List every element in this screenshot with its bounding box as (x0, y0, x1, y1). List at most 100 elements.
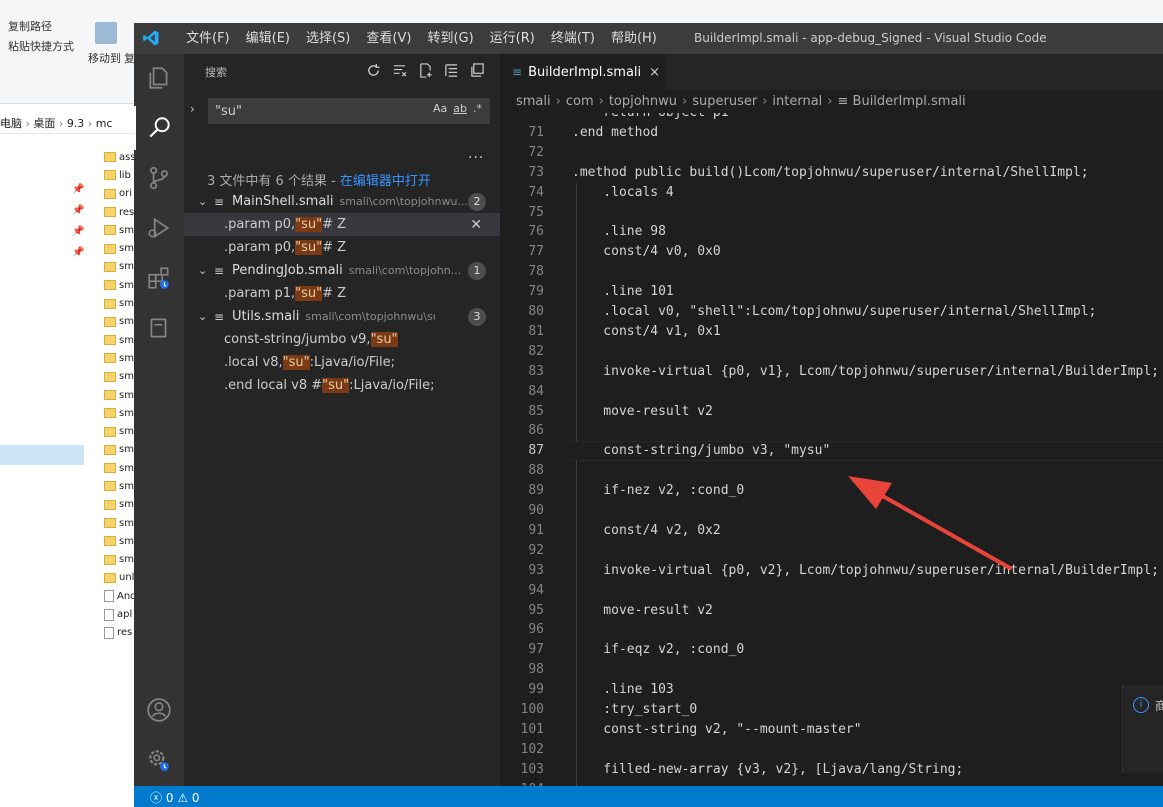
code-line: if-eqz v2, :cond_0 (572, 642, 745, 658)
collapse-all-icon[interactable] (443, 62, 460, 79)
breadcrumb-item[interactable]: BuilderImpl.smali (853, 94, 966, 109)
search-activity-button[interactable] (134, 106, 184, 150)
code-line: .line 101 (572, 284, 674, 300)
menu-item[interactable]: 转到(G) (419, 23, 481, 54)
line-number: 98 (528, 662, 544, 678)
result-match-row[interactable]: .param p0, "su" # Z ✕ (184, 213, 500, 236)
menu-item[interactable]: 编辑(E) (238, 23, 298, 54)
accounts-activity-button[interactable] (134, 688, 184, 732)
remote-activity-button[interactable] (134, 306, 184, 350)
match-highlight: "su" (295, 217, 323, 232)
result-file-row[interactable]: ⌄ ≡ PendingJob.smali smali\com\topjohn... 1 (184, 259, 500, 282)
result-match-row[interactable]: .end local v8 # "su":Ljava/io/File; (184, 374, 500, 397)
result-count-badge: 2 (468, 192, 486, 211)
clear-results-icon[interactable] (391, 62, 408, 79)
chevron-down-icon[interactable]: ⌄ (198, 310, 214, 323)
search-results-tree: ⌄ ≡ MainShell.smali smali\com\topjohnwu... 2… (184, 190, 500, 397)
match-prefix: .local v8, (224, 355, 283, 370)
menu-item[interactable]: 帮助(H) (603, 23, 665, 54)
match-whole-word-toggle[interactable]: ab (453, 102, 467, 115)
line-number: 94 (528, 582, 544, 598)
match-highlight: "su" (295, 240, 323, 255)
run-debug-activity-button[interactable] (134, 206, 184, 250)
vscode-logo-icon (143, 30, 159, 46)
close-icon[interactable]: × (649, 65, 660, 80)
search-details-toggle[interactable]: ··· (468, 150, 484, 166)
folder-icon (104, 298, 116, 309)
address-sub[interactable]: mc (96, 117, 113, 130)
breadcrumb-item[interactable]: superuser (692, 94, 757, 109)
address-bar[interactable]: 电脑 › 桌面 › 9.3 › mc (0, 110, 140, 134)
view-as-tree-icon[interactable] (469, 62, 486, 79)
error-count: 0 (165, 791, 174, 805)
match-prefix: .param p0, (224, 240, 296, 255)
address-folder[interactable]: 9.3 (67, 117, 85, 130)
result-match-row[interactable]: .param p0, "su" # Z (184, 236, 500, 259)
toggle-replace-chevron-icon[interactable]: › (190, 102, 195, 116)
dismiss-result-icon[interactable]: ✕ (470, 217, 482, 233)
editor-area: ≡ BuilderImpl.smali × smali › com › topjohnw… (500, 54, 1163, 786)
menu-item[interactable]: 文件(F) (178, 23, 238, 54)
code-line: filled-new-array {v3, v2}, [Ljava/lang/S… (572, 761, 964, 777)
line-number: 81 (528, 323, 544, 339)
chevron-down-icon[interactable]: ⌄ (198, 195, 214, 208)
gear-icon (149, 750, 169, 771)
address-desktop[interactable]: 桌面 (33, 117, 55, 130)
problems-status[interactable]: ⓧ 0 ⚠ 0 (150, 789, 200, 806)
result-match-row[interactable]: .local v8, "su":Ljava/io/File; (184, 351, 500, 374)
explorer-file-name: sm (119, 279, 134, 291)
result-match-row[interactable]: .param p1, "su" # Z (184, 282, 500, 305)
line-number: 103 (520, 761, 544, 777)
line-number: 71 (528, 124, 544, 140)
line-number: 101 (520, 721, 544, 737)
vscode-window: 文件(F) 编辑(E) 选择(S) 查看(V) 转到(G) 运行(R) 终端(T) 帮助(H)… (134, 23, 1163, 807)
folder-icon (104, 280, 116, 291)
address-pc[interactable]: 电脑 (0, 117, 22, 130)
line-number: 92 (528, 542, 544, 558)
code-line: const-string v2, "--mount-master" (572, 721, 862, 737)
tab-builderimpl[interactable]: ≡ BuilderImpl.smali × (500, 54, 666, 90)
paste-shortcut-button[interactable]: 粘贴快捷方式 (8, 38, 74, 54)
line-number: 102 (520, 741, 544, 757)
folder-icon (104, 518, 116, 529)
menu-item[interactable]: 终端(T) (543, 23, 603, 54)
line-number: 74 (528, 184, 544, 200)
manage-activity-button[interactable] (134, 738, 184, 782)
new-search-editor-icon[interactable] (417, 62, 434, 79)
breadcrumb-item[interactable]: com (566, 94, 594, 109)
result-file-row[interactable]: ⌄≡ Utils.smali smali\com\topjohnwu\supe...… (184, 305, 500, 328)
line-number: 89 (528, 483, 544, 499)
line-number: 79 (528, 284, 544, 300)
menu-item[interactable]: 选择(S) (298, 23, 358, 54)
notification-toast[interactable]: i 商 (1122, 685, 1163, 773)
code-editor[interactable]: return-object p1 71 .end method 72 73 .method… (500, 113, 1163, 786)
open-in-editor-link[interactable]: 在编辑器中打开 (340, 174, 431, 189)
result-file-row[interactable]: ⌄ ≡ MainShell.smali smali\com\topjohnwu... 2 (184, 190, 500, 213)
code-line: .line 103 (572, 682, 674, 698)
folder-icon (104, 316, 116, 327)
code-line: .local v0, "shell":Lcom/topjohnwu/superu… (572, 304, 1097, 319)
breadcrumb-item[interactable]: internal (772, 94, 822, 109)
chevron-down-icon[interactable]: ⌄ (198, 264, 214, 277)
match-case-toggle[interactable]: Aa (433, 102, 447, 115)
use-regex-toggle[interactable]: .* (473, 102, 482, 115)
search-row: › Aa ab .* (190, 98, 490, 124)
breadcrumb-item[interactable]: smali (516, 94, 551, 109)
explorer-activity-button[interactable] (134, 56, 184, 100)
copy-path-button[interactable]: 复制路径 (8, 18, 52, 34)
menu-item[interactable]: 查看(V) (358, 23, 419, 54)
breadcrumb-item[interactable]: topjohnwu (609, 94, 677, 109)
menu-item[interactable]: 运行(R) (482, 23, 543, 54)
nav-selected-item[interactable] (0, 445, 84, 465)
refresh-icon[interactable] (365, 62, 382, 79)
code-line: move-result v2 (572, 403, 713, 419)
folder-icon (104, 261, 116, 272)
extensions-activity-button[interactable] (134, 256, 184, 300)
move-to-button[interactable]: 移动到 (88, 50, 121, 66)
code-line: const/4 v0, 0x0 (572, 244, 721, 260)
result-match-row[interactable]: const-string/jumbo v9, "su" (184, 328, 500, 351)
folder-icon (104, 536, 116, 547)
explorer-file-name: lib (119, 169, 131, 181)
search-summary-text: 3 文件中有 6 个结果 - (207, 174, 340, 189)
source-control-activity-button[interactable] (134, 156, 184, 200)
